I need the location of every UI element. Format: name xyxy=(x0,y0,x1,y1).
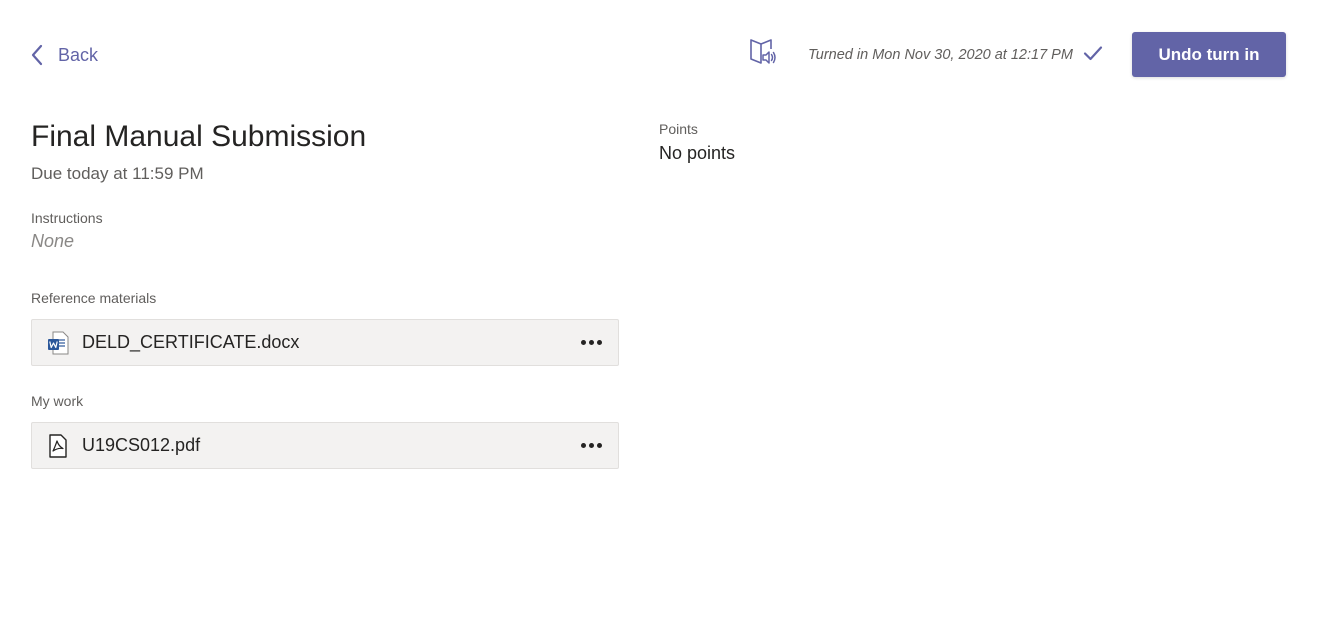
assignment-page: Back Turned in Mon Nov 30, 2020 at 12:17… xyxy=(0,0,1320,627)
chevron-left-icon xyxy=(30,44,44,66)
more-icon-dot xyxy=(588,443,594,448)
my-work-label: My work xyxy=(31,393,84,409)
back-label: Back xyxy=(58,44,99,65)
my-work-file-name: U19CS012.pdf xyxy=(82,435,201,455)
instructions-label: Instructions xyxy=(31,210,103,226)
immersive-reader-icon xyxy=(749,37,777,72)
points-value: No points xyxy=(659,143,736,163)
immersive-reader-button[interactable] xyxy=(748,38,778,70)
points-label: Points xyxy=(659,121,698,137)
more-icon-dot xyxy=(596,443,602,448)
pdf-file-icon xyxy=(47,433,69,458)
more-options-button[interactable] xyxy=(576,328,606,358)
back-link[interactable]: Back xyxy=(30,40,98,70)
instructions-value: None xyxy=(31,231,75,251)
more-icon xyxy=(580,443,586,448)
more-options-button[interactable] xyxy=(576,431,606,461)
reference-file-name: DELD_CERTIFICATE.docx xyxy=(82,332,300,352)
due-date: Due today at 11:59 PM xyxy=(31,164,204,183)
more-icon xyxy=(580,340,586,345)
more-icon-dot xyxy=(596,340,602,345)
turned-in-status: Turned in Mon Nov 30, 2020 at 12:17 PM xyxy=(808,45,1103,65)
turned-in-text: Turned in Mon Nov 30, 2020 at 12:17 PM xyxy=(808,47,1073,63)
word-file-icon xyxy=(47,331,69,355)
more-icon-dot xyxy=(588,340,594,345)
my-work-file-card[interactable]: U19CS012.pdf xyxy=(31,422,619,469)
reference-materials-label: Reference materials xyxy=(31,290,157,306)
checkmark-icon xyxy=(1083,45,1103,65)
reference-file-card[interactable]: DELD_CERTIFICATE.docx xyxy=(31,319,619,366)
page-title: Final Manual Submission xyxy=(31,120,367,153)
undo-turn-in-button[interactable]: Undo turn in xyxy=(1132,32,1286,77)
